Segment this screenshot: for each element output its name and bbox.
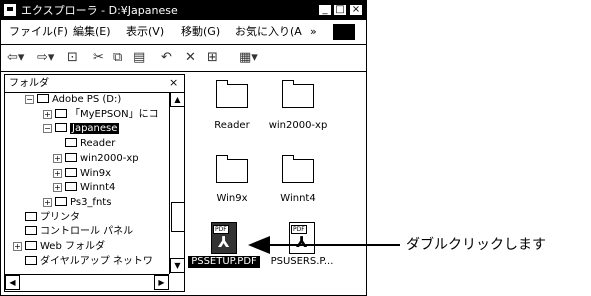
pointer-line [268,244,400,246]
copy-icon[interactable]: ⧉ [113,50,122,66]
tree-item[interactable]: コントロール パネル [25,225,133,239]
file-label: PSUSERS.P... [270,256,334,267]
collapse-icon[interactable]: − [43,124,52,134]
folder-icon [55,108,67,118]
tree-item-label: Web フォルダ [40,241,105,252]
scroll-thumb[interactable] [171,202,184,232]
tree-item[interactable]: + Win9x [53,167,111,181]
toolbar: ⇦▾ ⇨▾ ⊡ ✂ ⧉ ▤ ↶ ✕ ⊞ ▦▾ [1,45,366,72]
tree-item[interactable]: ダイヤルアップ ネットワ [25,255,153,269]
maximize-button[interactable]: □ [333,4,347,16]
menu-more[interactable]: » [310,25,317,39]
folder-icon [65,152,77,162]
menu-go[interactable]: 移動(G) [181,25,220,39]
scroll-left-icon[interactable]: ◀ [5,275,20,290]
expand-icon[interactable]: + [13,242,22,251]
expand-icon[interactable]: + [53,168,62,178]
menu-edit[interactable]: 編集(E) [73,25,111,39]
pointer-arrow-icon [248,236,270,254]
tree-item[interactable]: + Winnt4 [53,181,115,195]
folder-icon [55,196,67,206]
expand-icon[interactable]: + [53,183,62,193]
menu-favorites[interactable]: お気に入り(A [235,25,302,39]
file-label: win2000-xp [268,120,328,131]
menu-file[interactable]: ファイル(F) [9,25,68,39]
folder-icon [65,167,77,177]
tree-item[interactable]: プリンタ [25,211,80,225]
back-icon[interactable]: ⇦▾ [7,50,24,66]
windows-logo-icon [333,24,355,40]
menu-view[interactable]: 表示(V) [126,25,164,39]
pdf-file-icon: PDF ⅄ [211,222,237,254]
scroll-right-icon[interactable]: ▶ [154,275,169,290]
file-pane: Reader win2000-xp Win9x Winnt4 PDF ⅄ PSSE… [187,74,366,295]
scroll-down-icon[interactable]: ▼ [170,258,184,273]
folder-icon [25,255,37,265]
tree-item-label: ダイヤルアップ ネットワ [40,255,153,267]
forward-icon[interactable]: ⇨▾ [37,50,54,66]
vertical-scrollbar[interactable]: ▲ ▼ [169,92,184,274]
tree-item-label: コントロール パネル [40,226,134,238]
folder-icon [25,211,37,221]
pdf-file-icon: PDF ⅄ [289,222,315,254]
expand-icon[interactable]: + [53,153,62,163]
tree-item-label: Reader [80,138,116,150]
annotation-text: ダブルクリックします [406,237,546,253]
expand-icon[interactable]: + [43,109,52,119]
expand-icon[interactable]: + [43,197,52,207]
explorer-window: エクスプローラ - D:¥Japanese _ □ × ファイル(F) 編集(E… [0,0,367,296]
cut-icon[interactable]: ✂ [93,50,104,66]
folder-icon [25,226,37,236]
views-icon[interactable]: ▦▾ [239,50,258,66]
folder-icon [55,123,67,133]
close-button[interactable]: × [349,4,363,16]
tree-item-label: Win9x [80,167,112,179]
folder-icon [65,182,77,192]
folder-icon [25,241,37,250]
tree-item[interactable]: + 「MyEPSON」にコ [43,108,159,122]
folder-icon [65,138,77,148]
folder-icon [282,155,314,183]
title-bar[interactable]: エクスプローラ - D:¥Japanese _ □ × [1,1,366,20]
tree-item-label: win2000-xp [80,152,139,164]
horizontal-scrollbar[interactable]: ◀ ▶ [5,274,169,291]
delete-icon[interactable]: ✕ [185,50,196,66]
tree-item-label: Winnt4 [80,182,116,194]
minimize-button[interactable]: _ [318,4,332,16]
paste-icon[interactable]: ▤ [133,50,145,66]
window-title: エクスプローラ - D:¥Japanese [21,4,178,17]
folder-icon [216,80,248,108]
scroll-up-icon[interactable]: ▲ [170,92,184,107]
up-folder-icon[interactable]: ⊡ [67,50,78,66]
tree-item[interactable]: + Web フォルダ [13,240,105,254]
tree-item[interactable]: + win2000-xp [53,152,139,166]
folder-pane: フォルダ × − Adobe PS (D:) + 「MyEPSON」にコ − Japane… [4,74,185,292]
folder-tree: − Adobe PS (D:) + 「MyEPSON」にコ − Japanese Reade… [5,93,169,273]
folder-icon [282,80,314,108]
collapse-icon[interactable]: − [25,95,34,104]
file-label: PSSETUP.PDF [188,256,260,268]
properties-icon[interactable]: ⊞ [207,50,218,66]
folder-pane-header: フォルダ × [5,75,184,93]
tree-item[interactable]: − Japanese [43,122,120,136]
tree-item[interactable]: − Adobe PS (D:) [25,93,121,107]
tree-item-label: Japanese [70,123,120,135]
explorer-icon [4,4,16,16]
folder-item[interactable]: Winnt4 [253,155,343,205]
tree-item-label: 「MyEPSON」にコ [70,108,159,120]
folder-pane-close-button[interactable]: × [169,76,178,89]
tree-item-label: Ps3_fnts [70,196,112,208]
folder-icon [216,155,248,183]
folder-pane-title: フォルダ [9,78,49,89]
menu-bar: ファイル(F) 編集(E) 表示(V) 移動(G) お気に入り(A » [1,20,366,45]
folder-item[interactable]: win2000-xp [253,80,343,132]
folder-icon [37,94,49,103]
tree-item[interactable]: Reader [65,137,115,151]
tree-item-label: プリンタ [40,211,80,223]
tree-item[interactable]: + Ps3_fnts [43,196,111,210]
tree-item-label: Adobe PS (D:) [52,94,122,105]
undo-icon[interactable]: ↶ [161,50,172,66]
file-label: Winnt4 [280,193,316,204]
